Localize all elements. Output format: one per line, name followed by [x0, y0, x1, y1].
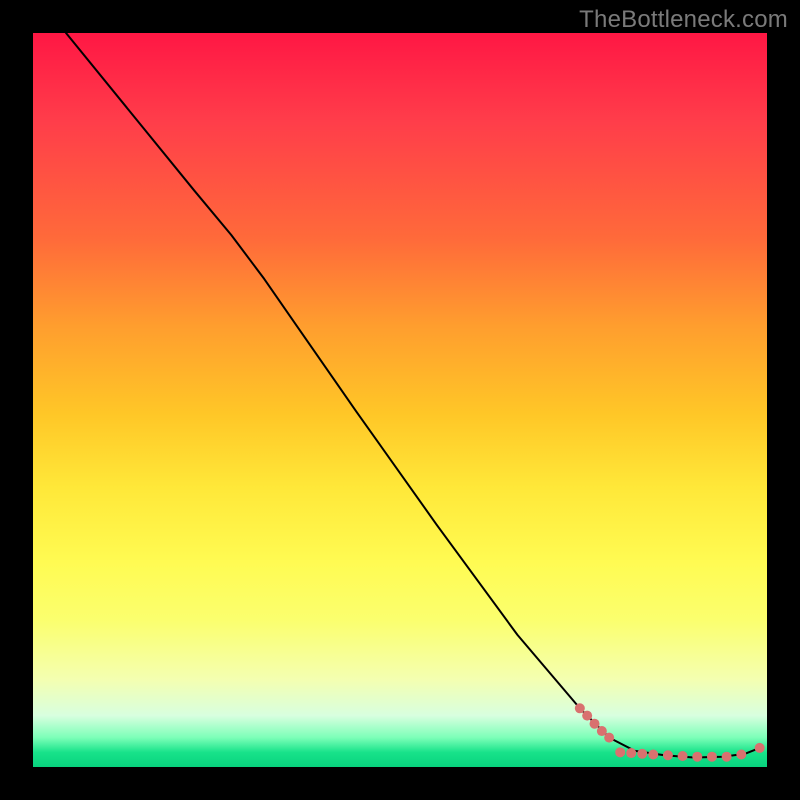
- marker-point: [755, 743, 765, 753]
- plot-area: [33, 33, 767, 767]
- marker-point: [582, 711, 592, 721]
- watermark-text: TheBottleneck.com: [579, 6, 788, 34]
- marker-point: [692, 752, 702, 762]
- marker-point: [590, 719, 600, 729]
- marker-point: [648, 750, 658, 760]
- marker-point: [707, 752, 717, 762]
- chart-overlay: [33, 33, 767, 767]
- marker-point: [637, 749, 647, 759]
- marker-point: [736, 750, 746, 760]
- marker-point: [678, 751, 688, 761]
- marker-point: [615, 747, 625, 757]
- marker-point: [575, 703, 585, 713]
- marker-point: [626, 748, 636, 758]
- marker-point: [604, 733, 614, 743]
- series-curve: [66, 33, 760, 757]
- chart-canvas: TheBottleneck.com: [0, 0, 800, 800]
- marker-point: [663, 750, 673, 760]
- marker-point: [722, 752, 732, 762]
